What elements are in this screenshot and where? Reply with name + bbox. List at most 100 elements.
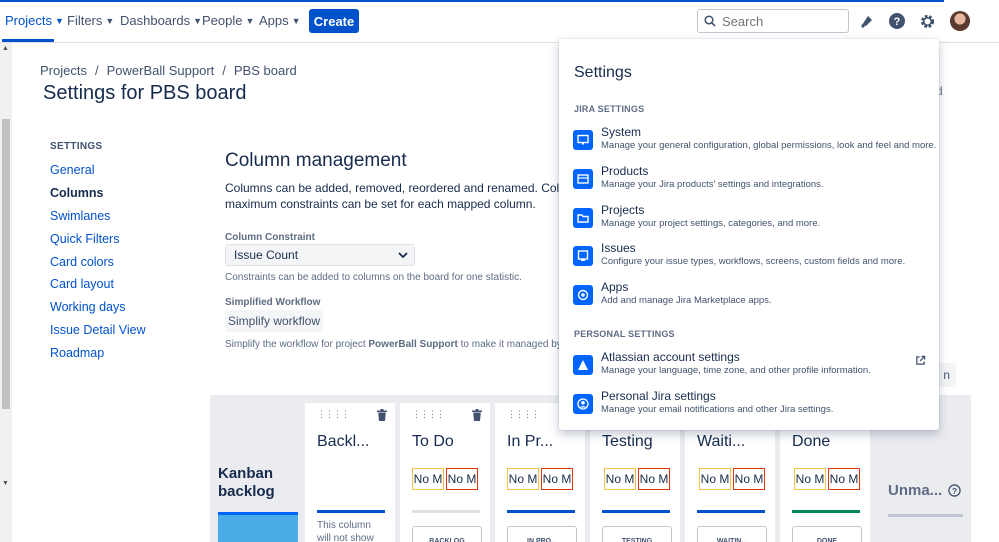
scroll-down-icon[interactable]: ▼ <box>2 480 9 487</box>
settings-item-personal-jira[interactable]: Personal Jira settings Manage your email… <box>573 389 928 425</box>
column-status-bar <box>697 510 765 513</box>
sidebar-item-card-layout[interactable]: Card layout <box>50 277 114 291</box>
chevron-down-icon <box>398 252 408 259</box>
description-line: maximum constraints can be set for each … <box>225 197 536 211</box>
search-icon <box>704 15 716 27</box>
avatar[interactable] <box>950 11 970 31</box>
sidebar-item-quick-filters[interactable]: Quick Filters <box>50 232 119 246</box>
max-constraint-input[interactable]: No M <box>541 468 573 490</box>
settings-item-desc: Manage your email notifications and othe… <box>601 404 834 415</box>
sidebar-item-working-days[interactable]: Working days <box>50 300 126 314</box>
column-status-bar <box>507 510 575 513</box>
column-status-bar <box>412 510 480 513</box>
settings-item-products[interactable]: Products Manage your Jira products' sett… <box>573 164 928 200</box>
search-box[interactable] <box>697 9 849 33</box>
nav-apps-label: Apps <box>259 13 289 28</box>
status-lozenge[interactable]: IN PRO... <box>507 526 577 542</box>
nav-projects[interactable]: Projects ▼ <box>5 13 64 28</box>
gear-icon[interactable] <box>917 11 937 31</box>
max-constraint-input[interactable]: No M <box>828 468 860 490</box>
sidebar-item-roadmap[interactable]: Roadmap <box>50 346 104 360</box>
settings-item-name: Atlassian account settings <box>601 350 740 364</box>
trash-icon[interactable] <box>377 408 387 424</box>
column-constraint-select[interactable]: Issue Count <box>225 244 415 266</box>
settings-item-system[interactable]: System Manage your general configuration… <box>573 125 936 161</box>
min-constraint-input[interactable]: No M <box>699 468 731 490</box>
notifications-icon[interactable] <box>857 11 877 31</box>
settings-item-name: System <box>601 125 642 139</box>
min-constraint-input[interactable]: No M <box>412 468 444 490</box>
status-lozenge[interactable]: TESTING <box>602 526 672 542</box>
column-name[interactable]: Waiti... <box>697 433 745 451</box>
column-name[interactable]: Backl... <box>317 433 369 451</box>
drag-handle-icon[interactable]: ⋮⋮⋮⋮ <box>412 409 445 420</box>
min-constraint-input[interactable]: No M <box>794 468 826 490</box>
create-button[interactable]: Create <box>309 9 359 33</box>
settings-item-desc: Manage your general configuration, globa… <box>601 140 937 151</box>
description-line: Columns can be added, removed, reordered… <box>225 181 565 195</box>
nav-accent-line <box>0 0 944 2</box>
folder-icon <box>573 208 593 228</box>
person-icon <box>573 394 593 414</box>
breadcrumb-board[interactable]: PBS board <box>234 63 297 78</box>
unmapped-label: Unma... <box>888 482 943 499</box>
column-name[interactable]: To Do <box>412 433 454 451</box>
settings-item-issues[interactable]: Issues Configure your issue types, workf… <box>573 241 928 277</box>
board-column[interactable]: ⋮⋮⋮⋮ To Do No M No M BACKLOG <box>400 403 490 542</box>
column-name[interactable]: In Pr... <box>507 433 553 451</box>
status-lozenge[interactable]: BACKLOG <box>412 526 482 542</box>
monitor-icon <box>573 130 593 150</box>
section-description: Columns can be added, removed, reordered… <box>225 180 565 212</box>
status-lozenge[interactable]: WAITIN... <box>697 526 767 542</box>
column-status-bar <box>792 510 860 513</box>
sidebar-item-swimlanes[interactable]: Swimlanes <box>50 209 110 223</box>
settings-item-desc: Configure your issue types, workflows, s… <box>601 256 906 267</box>
max-constraint-input[interactable]: No M <box>446 468 478 490</box>
max-constraint-input[interactable]: No M <box>638 468 670 490</box>
status-lozenge[interactable]: DONE <box>792 526 862 542</box>
settings-item-name: Issues <box>601 241 636 255</box>
page-title: Settings for PBS board <box>43 82 247 104</box>
simplify-workflow-button[interactable]: Simplify workflow <box>225 310 323 332</box>
sidebar-item-columns[interactable]: Columns <box>50 186 103 200</box>
drag-handle-icon[interactable]: ⋮⋮⋮⋮ <box>317 409 350 420</box>
nav-people-label: People <box>202 13 243 28</box>
unmapped-column: Unma... ? <box>888 482 961 499</box>
products-icon <box>573 169 593 189</box>
min-constraint-input[interactable]: No M <box>604 468 636 490</box>
top-navigation: Projects ▼ Filters ▼ Dashboards ▼ People ▼ A… <box>0 0 999 43</box>
breadcrumb-projects[interactable]: Projects <box>40 63 87 78</box>
nav-filters[interactable]: Filters ▼ <box>67 13 114 28</box>
chevron-down-icon: ▼ <box>193 15 203 26</box>
board-column[interactable]: ⋮⋮⋮⋮ Backl... This column will not show … <box>305 403 395 542</box>
chevron-down-icon: ▼ <box>54 15 64 26</box>
search-input[interactable] <box>722 13 832 29</box>
nav-apps[interactable]: Apps ▼ <box>259 13 301 28</box>
sidebar-item-issue-detail-view[interactable]: Issue Detail View <box>50 323 146 337</box>
min-constraint-input[interactable]: No M <box>507 468 539 490</box>
nav-dashboards[interactable]: Dashboards ▼ <box>120 13 202 28</box>
simplified-workflow-label: Simplified Workflow <box>225 297 321 308</box>
help-circle-icon[interactable]: ? <box>948 484 961 497</box>
settings-item-apps[interactable]: Apps Add and manage Jira Marketplace app… <box>573 280 928 316</box>
column-name[interactable]: Done <box>792 433 830 451</box>
settings-item-desc: Add and manage Jira Marketplace apps. <box>601 295 772 306</box>
drag-handle-icon[interactable]: ⋮⋮⋮⋮ <box>507 409 540 420</box>
trash-icon[interactable] <box>472 408 482 424</box>
scroll-up-icon[interactable]: ▲ <box>2 45 9 52</box>
settings-item-projects[interactable]: Projects Manage your project settings, c… <box>573 203 928 239</box>
help-icon[interactable]: ? <box>887 11 907 31</box>
nav-people[interactable]: People ▼ <box>202 13 254 28</box>
nav-filters-label: Filters <box>67 13 103 28</box>
max-constraint-input[interactable]: No M <box>733 468 765 490</box>
chevron-down-icon: ▼ <box>245 15 255 26</box>
breadcrumb-project[interactable]: PowerBall Support <box>107 63 215 78</box>
column-name[interactable]: Testing <box>602 433 653 451</box>
settings-item-atlassian-account[interactable]: Atlassian account settings Manage your l… <box>573 350 928 386</box>
workflow-hint-text: to make it managed by Jira S <box>460 339 560 350</box>
settings-item-desc: Manage your Jira products' settings and … <box>601 179 824 190</box>
sidebar-item-card-colors[interactable]: Card colors <box>50 255 114 269</box>
scrollbar-thumb[interactable] <box>2 119 10 409</box>
sidebar-item-general[interactable]: General <box>50 163 94 177</box>
vertical-scrollbar[interactable]: ▲ ▼ <box>0 43 12 542</box>
